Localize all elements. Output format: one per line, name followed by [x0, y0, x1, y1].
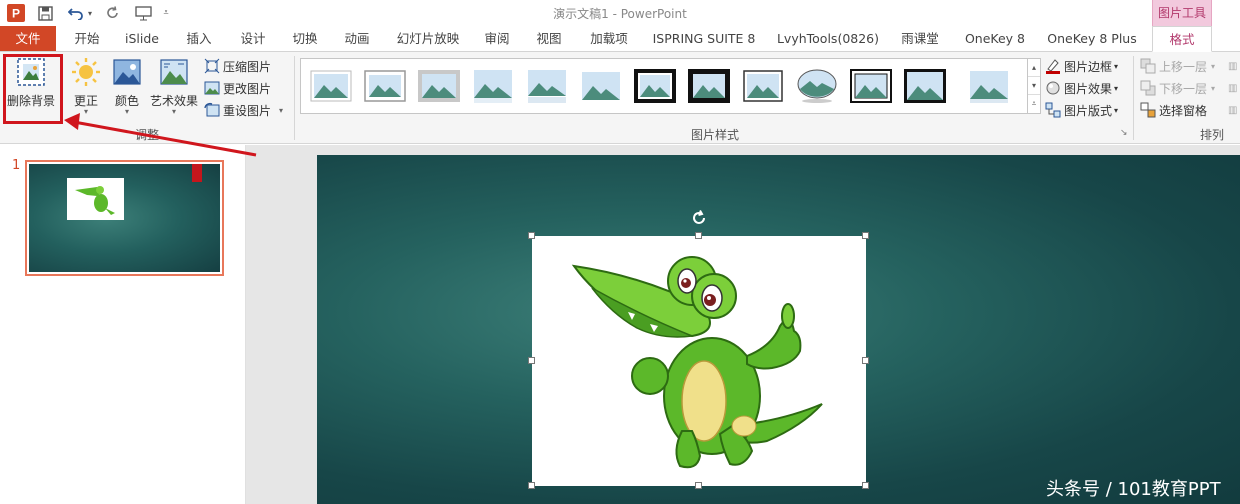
arrange-overflow: ▥ ▥ ▥ — [1228, 61, 1238, 116]
bring-forward-button[interactable]: 上移一层 ▾ — [1140, 55, 1215, 77]
resize-handle[interactable] — [862, 232, 869, 239]
group-label-picture-styles: 图片样式 — [690, 128, 739, 142]
picture-style-option[interactable] — [795, 67, 839, 105]
picture-layout-label: 图片版式 — [1064, 103, 1113, 118]
thumbnail-picture — [67, 178, 124, 220]
selection-pane-icon — [1140, 102, 1156, 118]
send-backward-button[interactable]: 下移一层 ▾ — [1140, 77, 1215, 99]
picture-style-option[interactable] — [525, 67, 569, 105]
resize-handle[interactable] — [862, 482, 869, 489]
tab-lvyhtools[interactable]: LvyhTools(0826) — [772, 26, 884, 51]
selection-pane-label: 选择窗格 — [1159, 103, 1208, 118]
dialog-launcher-icon[interactable]: ↘ — [1120, 128, 1128, 138]
picture-border-label: 图片边框 — [1064, 59, 1113, 74]
powerpoint-window: P ▾ ⩡ 演示文稿1 - PowerPoint 图片工具 文件 开始 iSli… — [0, 0, 1240, 504]
resize-handle[interactable] — [695, 482, 702, 489]
group-label-arrange: 排列 — [1199, 128, 1224, 142]
picture-style-option[interactable] — [849, 67, 893, 105]
send-backward-icon — [1140, 80, 1156, 96]
slide-thumbnail-preview — [29, 164, 220, 272]
picture-layout-icon — [1045, 102, 1061, 118]
selection-pane-button[interactable]: 选择窗格 — [1140, 99, 1207, 121]
picture-style-option[interactable] — [363, 67, 407, 105]
picture-border-button[interactable]: 图片边框 ▾ — [1045, 55, 1118, 77]
tab-rain-classroom[interactable]: 雨课堂 — [892, 26, 948, 51]
picture-style-option[interactable] — [967, 67, 1011, 105]
picture-effects-icon — [1045, 80, 1061, 96]
picture-styles-gallery[interactable] — [300, 58, 1028, 114]
bring-forward-icon — [1140, 58, 1156, 74]
tab-review[interactable]: 审阅 — [474, 26, 520, 51]
picture-effects-button[interactable]: 图片效果 ▾ — [1045, 77, 1118, 99]
picture-border-icon — [1045, 58, 1061, 74]
chevron-down-icon: ▾ — [1114, 105, 1119, 115]
picture-style-option[interactable] — [471, 67, 515, 105]
annotation-arrow — [64, 113, 257, 157]
send-backward-label: 下移一层 — [1159, 81, 1208, 96]
picture-style-option[interactable] — [579, 67, 623, 105]
tab-ispring[interactable]: ISPRING SUITE 8 — [648, 26, 760, 51]
picture-style-option[interactable] — [903, 67, 947, 105]
tab-format[interactable]: 格式 — [1152, 26, 1212, 52]
picture-style-option[interactable] — [741, 67, 785, 105]
gallery-scroll-down-icon[interactable]: ▾ — [1028, 77, 1040, 95]
crocodile-picture[interactable] — [532, 236, 866, 486]
tab-onekey8[interactable]: OneKey 8 — [958, 26, 1032, 51]
tab-onekey8-plus[interactable]: OneKey 8 Plus — [1042, 26, 1142, 51]
bring-forward-label: 上移一层 — [1159, 59, 1208, 74]
resize-handle[interactable] — [862, 357, 869, 364]
resize-handle[interactable] — [695, 232, 702, 239]
picture-tools-context-label: 图片工具 — [1152, 0, 1212, 26]
tab-animations[interactable]: 动画 — [334, 26, 380, 51]
picture-style-option[interactable] — [687, 67, 731, 105]
picture-style-option[interactable] — [633, 67, 677, 105]
crocodile-illustration — [571, 256, 823, 469]
resize-handle[interactable] — [528, 482, 535, 489]
gallery-more-icon[interactable]: ⩡ — [1028, 95, 1040, 113]
resize-handle[interactable] — [528, 232, 535, 239]
chevron-down-icon: ▾ — [1114, 61, 1119, 71]
chevron-down-icon: ▾ — [1211, 83, 1216, 93]
picture-layout-button[interactable]: 图片版式 ▾ — [1045, 99, 1118, 121]
group-separator — [1133, 56, 1134, 140]
resize-handle[interactable] — [528, 357, 535, 364]
picture-style-option[interactable] — [417, 67, 461, 105]
gallery-scroll: ▴ ▾ ⩡ — [1027, 58, 1041, 114]
tab-addins[interactable]: 加载项 — [580, 26, 638, 51]
picture-style-option[interactable] — [309, 67, 353, 105]
tab-view[interactable]: 视图 — [526, 26, 572, 51]
chevron-down-icon: ▾ — [1114, 83, 1119, 93]
tab-slideshow[interactable]: 幻灯片放映 — [390, 26, 466, 51]
chevron-down-icon: ▾ — [1211, 61, 1216, 71]
watermark-text: 头条号 / 101教育PPT — [1046, 479, 1221, 500]
gallery-scroll-up-icon[interactable]: ▴ — [1028, 59, 1040, 77]
picture-effects-label: 图片效果 — [1064, 81, 1113, 96]
rotate-handle-icon[interactable] — [690, 209, 708, 227]
